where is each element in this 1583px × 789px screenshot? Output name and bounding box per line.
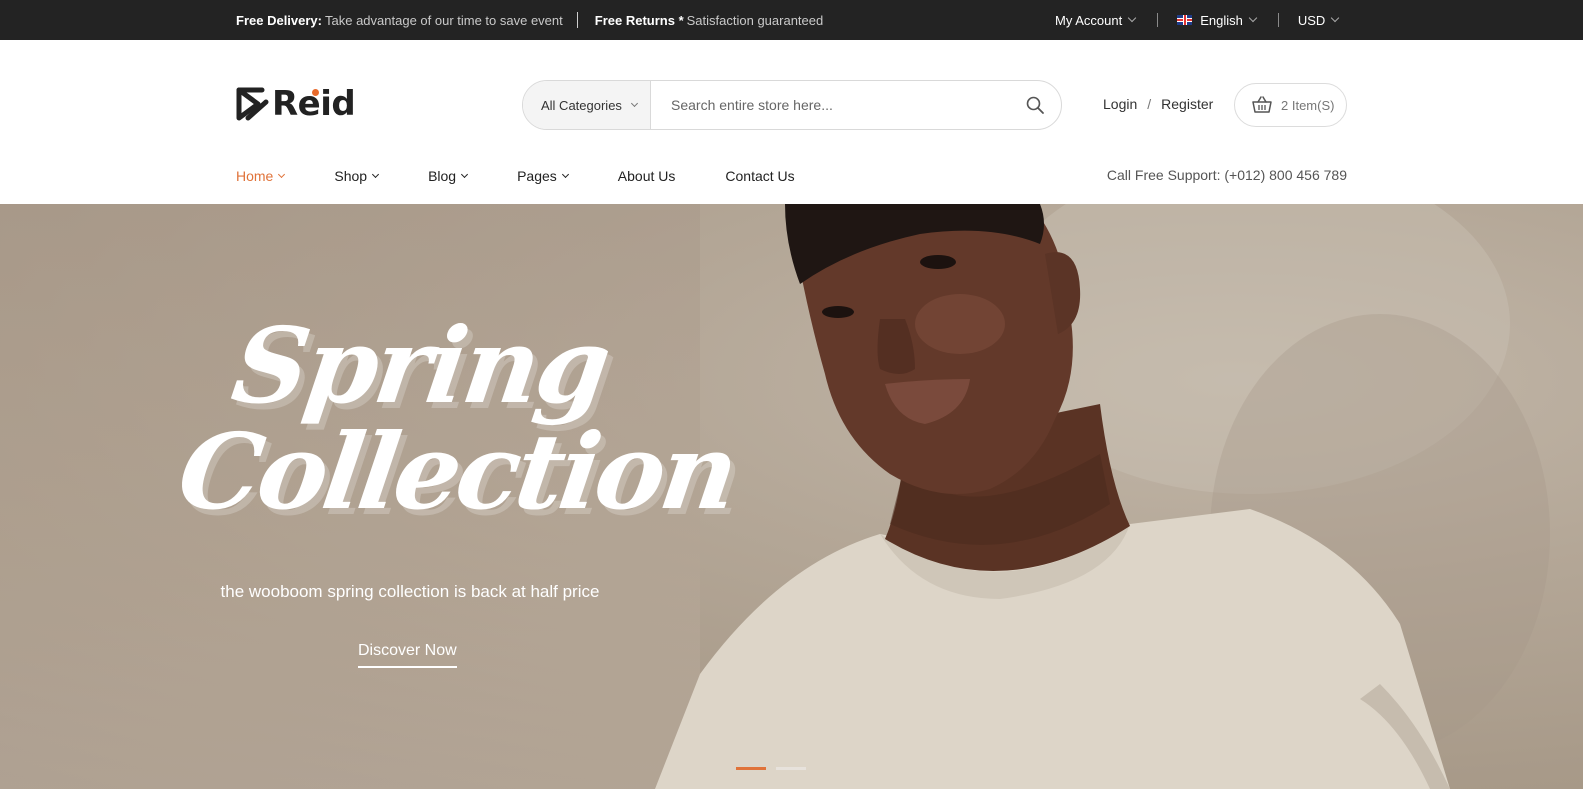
top-bar: Free Delivery: Take advantage of our tim… [0,0,1583,40]
hero-title-line-2: Collection [171,410,742,533]
search-icon[interactable] [1025,95,1045,115]
free-returns-text: Satisfaction guaranteed [686,12,824,28]
logo-mark-icon [236,87,269,121]
language-label: English [1200,12,1243,28]
chevron-down-icon [278,170,286,179]
nav-item-label: Pages [517,168,557,184]
nav-item-label: Shop [334,168,368,184]
language-dropdown[interactable]: English [1177,12,1258,28]
chevron-down-icon [1127,13,1137,23]
auth-links: Login / Register [1103,96,1213,112]
divider [576,12,578,28]
chevron-down-icon [461,170,469,179]
nav-item-blog[interactable]: Blog [428,168,469,184]
search-field [651,81,1025,129]
cart-button[interactable]: 2 Item(S) [1234,83,1347,127]
nav-item-label: Contact Us [725,168,795,184]
site-logo[interactable]: Reid [236,83,356,125]
free-delivery-text: Take advantage of our time to save event [325,12,563,28]
chevron-down-icon [372,170,380,179]
nav-item-contact-us[interactable]: Contact Us [725,168,794,184]
search-bar: All Categories [522,80,1062,130]
slider-dot[interactable] [776,767,806,770]
hero-subtitle: the wooboom spring collection is back at… [220,582,600,601]
nav-item-pages[interactable]: Pages [517,168,569,184]
discover-now-button[interactable]: Discover Now [358,642,457,668]
category-select[interactable]: All Categories [523,81,651,129]
nav-item-label: About Us [617,168,676,184]
category-select-label: All Categories [541,97,622,113]
nav-item-label: Home [236,168,274,184]
main-nav: Home Shop Blog Pages About Us Contact Us [236,165,845,187]
login-link[interactable]: Login [1103,96,1137,112]
currency-label: USD [1297,12,1326,28]
free-delivery-label: Free Delivery: [236,12,322,28]
chevron-down-icon [1248,13,1258,23]
search-input[interactable] [671,97,1011,113]
top-bar-settings: My Account English USD [1055,0,1340,40]
support-phone: Call Free Support: (+012) 800 456 789 [1106,167,1347,183]
chevron-down-icon [1331,13,1340,23]
nav-item-about-us[interactable]: About Us [618,168,676,184]
divider [1157,13,1159,27]
my-account-label: My Account [1055,12,1123,28]
logo-dot [312,89,319,96]
cart-count-label: 2 Item(S) [1281,97,1335,113]
hero-title-line-1: Spring [225,304,616,427]
slider-dot[interactable] [736,767,766,770]
top-bar-promos: Free Delivery: Take advantage of our tim… [236,0,823,40]
free-returns-label: Free Returns * [594,12,684,28]
uk-flag-icon [1177,15,1193,25]
my-account-dropdown[interactable]: My Account [1055,12,1137,28]
register-link[interactable]: Register [1161,96,1213,112]
chevron-down-icon [561,170,569,179]
auth-separator: / [1147,96,1152,112]
chevron-down-icon [630,99,638,108]
slider-pagination [736,767,816,770]
hero-title: Spring Collection [171,304,741,533]
currency-dropdown[interactable]: USD [1297,12,1340,28]
divider [1277,13,1279,27]
hero-slider: Spring Collection the wooboom spring col… [0,204,1583,789]
nav-item-shop[interactable]: Shop [334,168,380,184]
nav-item-label: Blog [428,168,457,184]
nav-item-home[interactable]: Home [236,168,286,184]
basket-icon [1252,96,1272,113]
